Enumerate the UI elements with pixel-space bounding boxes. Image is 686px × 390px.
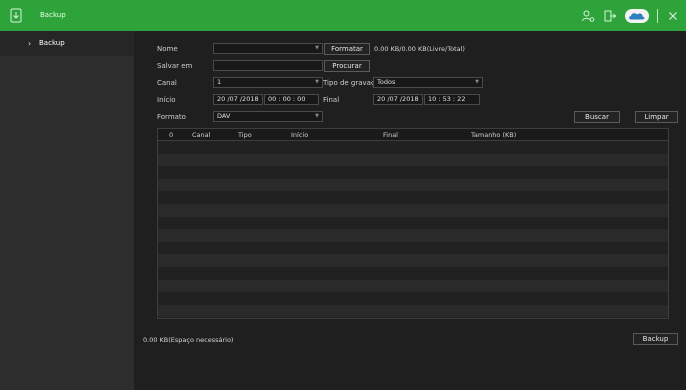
table-row[interactable] (158, 153, 668, 167)
chevron-down-icon: ▼ (315, 79, 319, 85)
tipo-gravacao-select[interactable]: Todos ▼ (373, 77, 483, 88)
user-settings-icon[interactable] (581, 9, 595, 23)
backup-panel: Nome ▼ Formatar 0.00 KB/0.00 KB(Livre/To… (134, 31, 686, 390)
salvar-em-label: Salvar em (157, 62, 193, 70)
nome-label: Nome (157, 45, 178, 53)
formato-value: DAV (217, 112, 231, 120)
canal-value: 1 (217, 78, 222, 86)
logout-icon[interactable] (603, 9, 617, 23)
column-header-final: Final (383, 131, 398, 139)
table-row[interactable] (158, 191, 668, 204)
intelbras-cloud-icon[interactable] (625, 8, 649, 23)
table-row[interactable] (158, 279, 668, 293)
inicio-time-field[interactable]: 00 : 00 : 00 (264, 94, 319, 105)
sidebar-item-label: Backup (39, 39, 65, 47)
results-table: 0 Canal Tipo Início Final Tamanho (KB) (157, 128, 669, 319)
chevron-down-icon: ▼ (315, 113, 319, 119)
limpar-button[interactable]: Limpar (635, 111, 678, 123)
divider (657, 8, 658, 23)
column-header-tipo: Tipo (238, 131, 252, 139)
table-header: 0 Canal Tipo Início Final Tamanho (KB) (158, 129, 668, 141)
table-row[interactable] (158, 304, 668, 318)
column-header-inicio: Início (291, 131, 309, 139)
formatar-button[interactable]: Formatar (324, 43, 370, 55)
table-row[interactable] (158, 217, 668, 230)
final-time-field[interactable]: 10 : 53 : 22 (424, 94, 480, 105)
table-row[interactable] (158, 267, 668, 280)
table-row[interactable] (158, 166, 668, 179)
table-row[interactable] (158, 204, 668, 217)
final-date-field[interactable]: 20 /07 /2018 (373, 94, 423, 105)
salvar-em-field[interactable] (213, 60, 323, 71)
sidebar: › Backup (0, 31, 134, 390)
chevron-down-icon: ▼ (315, 45, 319, 51)
table-row[interactable] (158, 178, 668, 192)
storage-info: 0.00 KB/0.00 KB(Livre/Total) (374, 45, 465, 53)
column-header-canal: Canal (192, 131, 211, 139)
table-row[interactable] (158, 229, 668, 242)
inicio-date-value: 20 /07 /2018 (217, 95, 259, 103)
canal-label: Canal (157, 79, 177, 87)
backup-app-icon (10, 8, 22, 23)
formato-select[interactable]: DAV ▼ (213, 111, 323, 122)
table-row[interactable] (158, 141, 668, 154)
buscar-button[interactable]: Buscar (574, 111, 620, 123)
inicio-label: Início (157, 96, 176, 104)
space-needed-info: 0.00 KB(Espaço necessário) (143, 336, 234, 344)
final-label: Final (323, 96, 340, 104)
formato-label: Formato (157, 113, 186, 121)
table-row[interactable] (158, 254, 668, 267)
chevron-down-icon: ▼ (475, 79, 479, 85)
procurar-button[interactable]: Procurar (324, 60, 370, 72)
table-row[interactable] (158, 242, 668, 255)
title-bar: Backup (0, 0, 686, 31)
close-icon[interactable] (666, 9, 680, 23)
sidebar-item-backup[interactable]: › Backup (0, 31, 134, 56)
final-date-value: 20 /07 /2018 (377, 95, 419, 103)
final-time-value: 10 : 53 : 22 (428, 95, 466, 103)
inicio-date-field[interactable]: 20 /07 /2018 (213, 94, 263, 105)
column-header-select[interactable]: 0 (169, 131, 173, 139)
inicio-time-value: 00 : 00 : 00 (268, 95, 306, 103)
canal-select[interactable]: 1 ▼ (213, 77, 323, 88)
chevron-right-icon: › (28, 39, 32, 48)
column-header-tamanho: Tamanho (KB) (471, 131, 517, 139)
nome-select[interactable]: ▼ (213, 43, 323, 54)
backup-button[interactable]: Backup (633, 333, 678, 345)
table-row[interactable] (158, 292, 668, 305)
window-title: Backup (40, 11, 66, 19)
tipo-gravacao-value: Todos (377, 78, 396, 86)
